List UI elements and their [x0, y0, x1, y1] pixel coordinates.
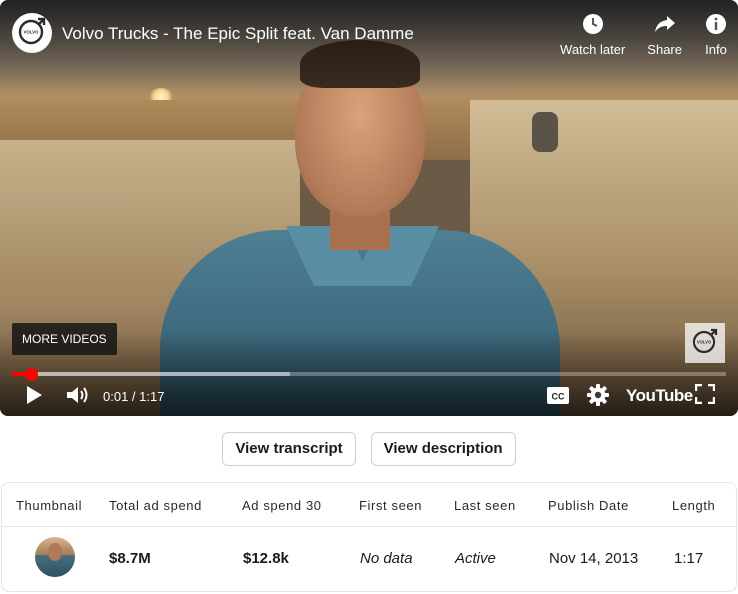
closed-captions-icon: CC: [547, 387, 569, 409]
more-videos-button[interactable]: MORE VIDEOS: [12, 323, 117, 355]
progress-bar[interactable]: [12, 372, 726, 376]
info-label: Info: [705, 42, 727, 57]
channel-watermark[interactable]: VOLVO: [685, 323, 725, 363]
cell-total-ad-spend: $8.7M: [109, 550, 151, 567]
ad-stats-table: Thumbnail Total ad spend Ad spend 30 Fir…: [1, 482, 737, 592]
cell-first-seen: No data: [360, 550, 413, 567]
top-actions: Watch later Share Info: [560, 12, 728, 57]
header-total-ad-spend: Total ad spend: [109, 498, 202, 513]
gear-icon: [587, 384, 609, 411]
share-arrow-icon: [653, 12, 677, 36]
header-length: Length: [672, 498, 716, 513]
fullscreen-button[interactable]: [694, 383, 716, 409]
control-bar: 0:01 / 1:17 CC YouTube: [0, 380, 738, 414]
table-header: Thumbnail Total ad spend Ad spend 30 Fir…: [2, 483, 736, 527]
volvo-logo-icon: VOLVO: [17, 16, 47, 51]
view-description-button[interactable]: View description: [370, 432, 516, 466]
header-first-seen: First seen: [359, 498, 423, 513]
header-thumbnail: Thumbnail: [16, 498, 83, 513]
captions-button[interactable]: CC: [547, 387, 569, 409]
view-transcript-button[interactable]: View transcript: [222, 432, 356, 466]
mute-button[interactable]: [65, 384, 91, 411]
progress-buffered: [12, 372, 291, 376]
watch-later-label: Watch later: [560, 42, 626, 57]
time-display: 0:01 / 1:17: [103, 389, 165, 404]
volume-icon: [65, 384, 91, 411]
video-thumbnail[interactable]: [35, 537, 75, 577]
svg-text:VOLVO: VOLVO: [23, 29, 39, 34]
description-buttons: View transcript View description: [0, 432, 738, 466]
channel-avatar[interactable]: VOLVO: [12, 13, 52, 53]
fullscreen-icon: [694, 383, 716, 409]
cell-publish-date: Nov 14, 2013: [549, 550, 639, 567]
svg-text:VOLVO: VOLVO: [697, 339, 712, 344]
youtube-logo[interactable]: YouTube: [626, 386, 693, 406]
svg-text:CC: CC: [552, 392, 565, 402]
watch-later-button[interactable]: Watch later: [560, 12, 625, 57]
clock-icon: [581, 12, 605, 36]
play-button[interactable]: [24, 384, 44, 411]
volvo-logo-icon: VOLVO: [690, 326, 720, 361]
thumbnail-face: [48, 543, 62, 561]
play-icon: [24, 384, 44, 411]
info-button[interactable]: Info: [704, 12, 728, 57]
share-label: Share: [647, 42, 682, 57]
share-button[interactable]: Share: [647, 12, 682, 57]
cell-length: 1:17: [674, 550, 704, 567]
header-last-seen: Last seen: [454, 498, 516, 513]
video-title[interactable]: Volvo Trucks - The Epic Split feat. Van …: [62, 24, 414, 44]
info-icon: [704, 12, 728, 36]
cell-ad-spend-30: $12.8k: [243, 550, 289, 567]
cell-last-seen: Active: [455, 550, 496, 567]
header-publish-date: Publish Date: [548, 498, 629, 513]
settings-button[interactable]: [587, 384, 609, 411]
header-ad-spend-30: Ad spend 30: [242, 498, 322, 513]
video-player[interactable]: VOLVO Volvo Trucks - The Epic Split feat…: [0, 0, 738, 416]
